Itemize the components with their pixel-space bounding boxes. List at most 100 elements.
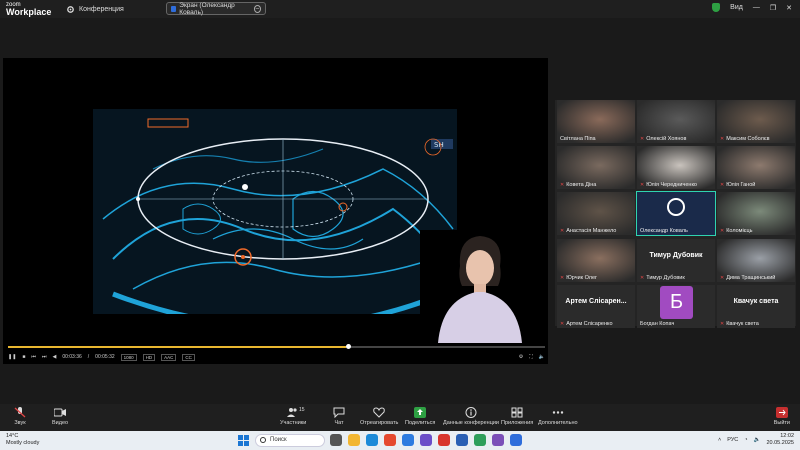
volume-icon[interactable]: ◀: [52, 354, 56, 360]
audio-button[interactable]: Звук: [14, 407, 26, 426]
participant-name: Юрчик Олег: [566, 275, 598, 281]
participant-tile[interactable]: ✕ Юрчик Олег: [557, 239, 635, 282]
minimize-icon[interactable]: —: [753, 4, 760, 11]
participant-name-tag: ✕ Ковета Діна: [560, 182, 596, 188]
next-icon[interactable]: ⏭: [42, 354, 47, 360]
stop-icon[interactable]: ■: [22, 354, 25, 360]
apps-button[interactable]: Приложения: [501, 407, 533, 426]
zoom-app-icon[interactable]: [402, 434, 414, 446]
participant-tile[interactable]: Б Богдан Копач: [637, 285, 715, 328]
taskbar-search[interactable]: Поиск: [255, 434, 325, 447]
volume-tray-icon[interactable]: 🔈: [754, 437, 761, 443]
exit-icon: [775, 407, 788, 418]
start-icon[interactable]: [238, 435, 249, 446]
speaker-icon[interactable]: 🔈: [539, 354, 545, 360]
screen-share-indicator[interactable]: Экран (Олександр Коваль) –: [166, 2, 266, 16]
progress-handle[interactable]: [346, 344, 352, 349]
conference-menu-button[interactable]: Конференция: [66, 3, 124, 15]
video-button[interactable]: Видео: [52, 407, 68, 426]
app-icon[interactable]: [510, 434, 522, 446]
participant-tile[interactable]: ✕ Олексій Хоянов: [637, 100, 715, 143]
muted-mic-icon: ✕: [720, 321, 725, 327]
window-controls: Вид — ❐ ✕: [712, 3, 792, 12]
participant-tile[interactable]: Світлана Піпа: [557, 100, 635, 143]
muted-mic-icon: ✕: [560, 182, 565, 188]
hud-map-graphic: SH: [93, 109, 457, 314]
wifi-icon[interactable]: ◔: [744, 437, 747, 443]
word-icon[interactable]: [456, 434, 468, 446]
system-tray: ˄ РУС ◔ 🔈 12:02 20.05.2025: [718, 433, 794, 447]
muted-mic-icon: ✕: [560, 275, 565, 281]
chat-label: Чат: [334, 420, 344, 426]
participant-name: Максим Соболєв: [726, 136, 770, 142]
participant-tile[interactable]: ✕ Ковета Діна: [557, 146, 635, 189]
screen-icon: [171, 5, 177, 12]
participant-tile[interactable]: Артем Слісарен... ✕ Артем Слісаренко: [557, 285, 635, 328]
chevron-up-icon[interactable]: ˄: [718, 437, 721, 443]
muted-mic-icon: ✕: [720, 275, 725, 281]
participant-name: Юлія Ганой: [726, 182, 756, 188]
file-explorer-icon[interactable]: [348, 434, 360, 446]
fullscreen-icon[interactable]: ⛶: [529, 354, 533, 360]
restore-icon[interactable]: ❐: [770, 4, 776, 12]
participant-name-tag: Світлана Піпа: [560, 136, 596, 142]
participants-count: 15: [299, 407, 305, 413]
view-button[interactable]: Вид: [730, 4, 743, 11]
pause-icon[interactable]: ❚❚: [8, 354, 16, 360]
participant-name: Ковета Діна: [566, 182, 597, 188]
muted-mic-icon: ✕: [640, 275, 645, 281]
participant-tile[interactable]: ✕ Максим Соболєв: [717, 100, 795, 143]
meeting-toolbar: Звук Видео Участники 15 Чат Отреагироват…: [0, 404, 800, 431]
chat-button[interactable]: Чат: [333, 407, 345, 426]
participant-tile[interactable]: ✕ Юлія Ганой: [717, 146, 795, 189]
settings-icon[interactable]: ⚙: [519, 354, 523, 360]
clock-date: 20.05.2025: [766, 440, 794, 446]
participant-tile[interactable]: ✕ Коломієць: [717, 192, 795, 235]
excel-icon[interactable]: [474, 434, 486, 446]
avatar: Б: [660, 286, 693, 319]
task-view-icon[interactable]: [330, 434, 342, 446]
heart-icon: [373, 407, 385, 418]
muted-mic-icon: ✕: [720, 136, 725, 142]
zoom-logo: zoom Workplace: [6, 2, 51, 17]
participant-name: Олександр Коваль: [640, 228, 688, 234]
weather-widget[interactable]: 14°C Mostly cloudy: [6, 433, 39, 447]
participant-display-name: Тимур Дубовик: [649, 252, 703, 259]
teams-icon[interactable]: [420, 434, 432, 446]
language-indicator[interactable]: РУС: [727, 437, 738, 443]
pinned-apps: [330, 434, 522, 446]
viber-icon[interactable]: [492, 434, 504, 446]
react-label: Отреагировать: [360, 420, 399, 426]
current-time: 00:03:36: [62, 354, 82, 360]
more-options-icon[interactable]: –: [253, 4, 261, 13]
react-button[interactable]: Отреагировать: [360, 407, 398, 426]
player-controls: ❚❚ ■ ⏮ ⏭ ◀ 00:03:36 / 00:05:32 1080 HD A…: [8, 353, 545, 361]
leave-label: Выйти: [773, 420, 790, 426]
meeting-info-button[interactable]: Данные конференции: [443, 407, 499, 426]
leave-button[interactable]: Выйти: [774, 407, 790, 426]
participant-tile[interactable]: ✕ Дима Тращинський: [717, 239, 795, 282]
participant-tile[interactable]: Квачук света ✕ Квачук света: [717, 285, 795, 328]
participant-name: Анастасія Манжело: [566, 228, 617, 234]
more-button[interactable]: Дополнительно: [538, 407, 578, 426]
opera-icon[interactable]: [438, 434, 450, 446]
participant-name-tag: ✕ Квачук света: [720, 321, 759, 327]
participant-name: Юлія Чередниченко: [646, 182, 697, 188]
share-button[interactable]: Поделиться: [405, 407, 435, 426]
prev-icon[interactable]: ⏮: [31, 354, 36, 360]
participant-tile[interactable]: ✕ Юлія Чередниченко: [637, 146, 715, 189]
participant-tile[interactable]: Олександр Коваль: [636, 191, 716, 236]
participant-name-tag: ✕ Артем Слісаренко: [560, 321, 613, 327]
share-screen-icon: [414, 407, 427, 418]
chrome-icon[interactable]: [384, 434, 396, 446]
participants-gallery: Світлана Піпа ✕ Олексій Хоянов ✕ Максим Собо…: [555, 100, 796, 328]
participant-name-tag: ✕ Юлія Ганой: [720, 182, 755, 188]
close-icon[interactable]: ✕: [786, 4, 792, 12]
edge-icon[interactable]: [366, 434, 378, 446]
clock[interactable]: 12:02 20.05.2025: [766, 433, 794, 447]
badge-cc: CC: [182, 353, 195, 361]
participant-name-tag: ✕ Анастасія Манжело: [560, 228, 616, 234]
playback-progress-bar[interactable]: [8, 344, 545, 349]
participant-tile[interactable]: Тимур Дубовик ✕ Тимур Дубовик: [637, 239, 715, 282]
participant-tile[interactable]: ✕ Анастасія Манжело: [557, 192, 635, 235]
